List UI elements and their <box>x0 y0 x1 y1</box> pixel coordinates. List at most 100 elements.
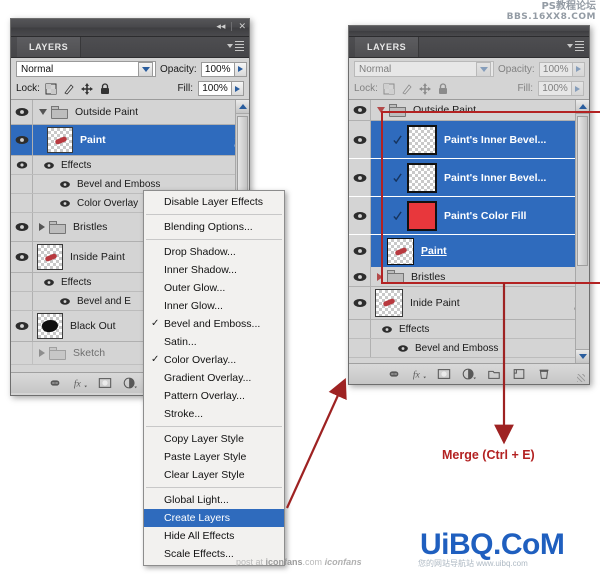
menu-item-satin[interactable]: Satin... <box>144 333 284 351</box>
table-row[interactable]: Outside Paint <box>11 100 249 125</box>
panel-menu-icon[interactable] <box>567 41 584 51</box>
visibility-toggle[interactable] <box>11 342 33 364</box>
effect-eye-icon[interactable] <box>59 297 71 306</box>
visibility-toggle[interactable] <box>11 311 33 341</box>
visibility-toggle[interactable] <box>349 100 371 120</box>
menu-item-label: Scale Effects... <box>164 548 234 560</box>
collapse-icon[interactable]: ◂◂ <box>216 21 225 32</box>
effects-eye-icon[interactable] <box>381 325 393 334</box>
expand-toggle-icon[interactable] <box>39 349 45 357</box>
menu-item-paste-layer-style[interactable]: Paste Layer Style <box>144 448 284 466</box>
menu-item-pattern-overlay[interactable]: Pattern Overlay... <box>144 387 284 405</box>
effects-eye-icon[interactable] <box>43 278 55 287</box>
visibility-toggle[interactable] <box>349 235 371 267</box>
tab-layers[interactable]: LAYERS <box>355 37 420 57</box>
menu-item-inner-shadow[interactable]: Inner Shadow... <box>144 261 284 279</box>
adjustment-layer-icon[interactable] <box>462 367 476 381</box>
lock-all-icon[interactable] <box>437 82 449 95</box>
table-row[interactable]: Inide Paint fx <box>349 287 589 320</box>
visibility-toggle[interactable] <box>11 156 33 174</box>
folder-icon <box>49 220 66 234</box>
visibility-toggle[interactable] <box>349 197 371 234</box>
layer-thumbnail[interactable] <box>375 289 403 317</box>
adjustment-layer-icon[interactable] <box>123 376 137 390</box>
eye-icon <box>353 246 366 256</box>
opacity-slider-arrow[interactable] <box>234 61 247 77</box>
layer-style-fx-icon[interactable]: fx <box>73 376 87 390</box>
opacity-input[interactable]: 100% <box>538 61 573 77</box>
scroll-down-button[interactable] <box>576 349 589 363</box>
effect-eye-icon[interactable] <box>59 199 71 208</box>
visibility-toggle[interactable] <box>349 121 371 158</box>
expand-toggle-icon[interactable] <box>39 109 47 115</box>
visibility-toggle[interactable] <box>349 287 371 319</box>
scroll-up-button[interactable] <box>236 100 249 114</box>
menu-item-inner-glow[interactable]: Inner Glow... <box>144 297 284 315</box>
list-item[interactable]: Effects <box>11 156 249 175</box>
menu-item-create-layers[interactable]: Create Layers <box>144 509 284 527</box>
menu-item-color-overlay[interactable]: ✓ Color Overlay... <box>144 351 284 369</box>
lock-image-pixels-icon[interactable] <box>401 83 413 95</box>
menu-item-drop-shadow[interactable]: Drop Shadow... <box>144 243 284 261</box>
left-titlebar-buttons: ◂◂ ✕ <box>216 21 246 32</box>
eye-icon <box>353 135 366 144</box>
layer-thumbnail[interactable] <box>47 127 73 153</box>
add-layer-mask-icon[interactable] <box>437 367 451 381</box>
delete-layer-icon[interactable] <box>537 367 551 381</box>
lock-position-icon[interactable] <box>418 82 431 95</box>
visibility-toggle[interactable] <box>11 213 33 241</box>
visibility-toggle[interactable] <box>349 267 371 286</box>
visibility-toggle[interactable] <box>11 100 33 124</box>
menu-item-global-light[interactable]: Global Light... <box>144 491 284 509</box>
link-layers-icon[interactable] <box>48 376 62 390</box>
fill-input[interactable]: 100% <box>538 81 572 96</box>
eye-icon <box>15 252 28 262</box>
menu-item-bevel-and-emboss[interactable]: ✓ Bevel and Emboss... <box>144 315 284 333</box>
lock-position-icon[interactable] <box>80 82 93 95</box>
visibility-toggle[interactable] <box>11 125 33 155</box>
menu-item-label: Clear Layer Style <box>164 469 245 481</box>
layer-name: Inside Paint <box>70 251 125 263</box>
menu-item-outer-glow[interactable]: Outer Glow... <box>144 279 284 297</box>
visibility-toggle[interactable] <box>11 242 33 272</box>
expand-toggle-icon[interactable] <box>39 223 45 231</box>
layer-style-fx-icon[interactable]: fx <box>412 367 426 381</box>
new-group-icon[interactable] <box>487 367 501 381</box>
close-icon[interactable]: ✕ <box>238 21 246 32</box>
panel-menu-icon[interactable] <box>227 41 244 51</box>
table-row[interactable]: Paint fx <box>11 125 249 156</box>
lock-transparent-pixels-icon[interactable] <box>383 83 395 95</box>
menu-item-clear-layer-style[interactable]: Clear Layer Style <box>144 466 284 484</box>
menu-item-gradient-overlay[interactable]: Gradient Overlay... <box>144 369 284 387</box>
blend-mode-select[interactable]: Normal <box>16 61 156 77</box>
list-item[interactable]: Bevel and Emboss <box>349 339 589 358</box>
fill-slider-arrow[interactable] <box>232 81 244 96</box>
effects-eye-icon[interactable] <box>43 161 55 170</box>
fill-input[interactable]: 100% <box>198 81 232 96</box>
effect-eye-icon[interactable] <box>59 180 71 189</box>
layer-thumbnail[interactable] <box>37 313 63 339</box>
lock-all-icon[interactable] <box>99 82 111 95</box>
list-item[interactable]: Effects <box>349 320 589 339</box>
add-layer-mask-icon[interactable] <box>98 376 112 390</box>
fill-slider-arrow[interactable] <box>572 81 584 96</box>
effects-label: Effects <box>61 159 92 171</box>
menu-item-copy-layer-style[interactable]: Copy Layer Style <box>144 430 284 448</box>
lock-transparent-pixels-icon[interactable] <box>45 83 57 95</box>
blend-mode-select[interactable]: Normal <box>354 61 494 77</box>
lock-image-pixels-icon[interactable] <box>63 83 75 95</box>
menu-item-hide-all-effects[interactable]: Hide All Effects <box>144 527 284 545</box>
opacity-slider-arrow[interactable] <box>572 61 585 77</box>
opacity-input[interactable]: 100% <box>200 61 235 77</box>
link-layers-icon[interactable] <box>387 367 401 381</box>
new-layer-icon[interactable] <box>512 367 526 381</box>
resize-grip-icon[interactable] <box>577 374 585 382</box>
tab-layers[interactable]: LAYERS <box>17 37 82 57</box>
effect-eye-icon[interactable] <box>397 344 409 353</box>
menu-item-stroke[interactable]: Stroke... <box>144 405 284 423</box>
layer-thumbnail[interactable] <box>37 244 63 270</box>
menu-item-disable-layer-effects[interactable]: Disable Layer Effects <box>144 193 284 211</box>
visibility-toggle[interactable] <box>349 159 371 196</box>
menu-item-blending-options[interactable]: Blending Options... <box>144 218 284 236</box>
checkmark-icon: ✓ <box>151 354 160 365</box>
